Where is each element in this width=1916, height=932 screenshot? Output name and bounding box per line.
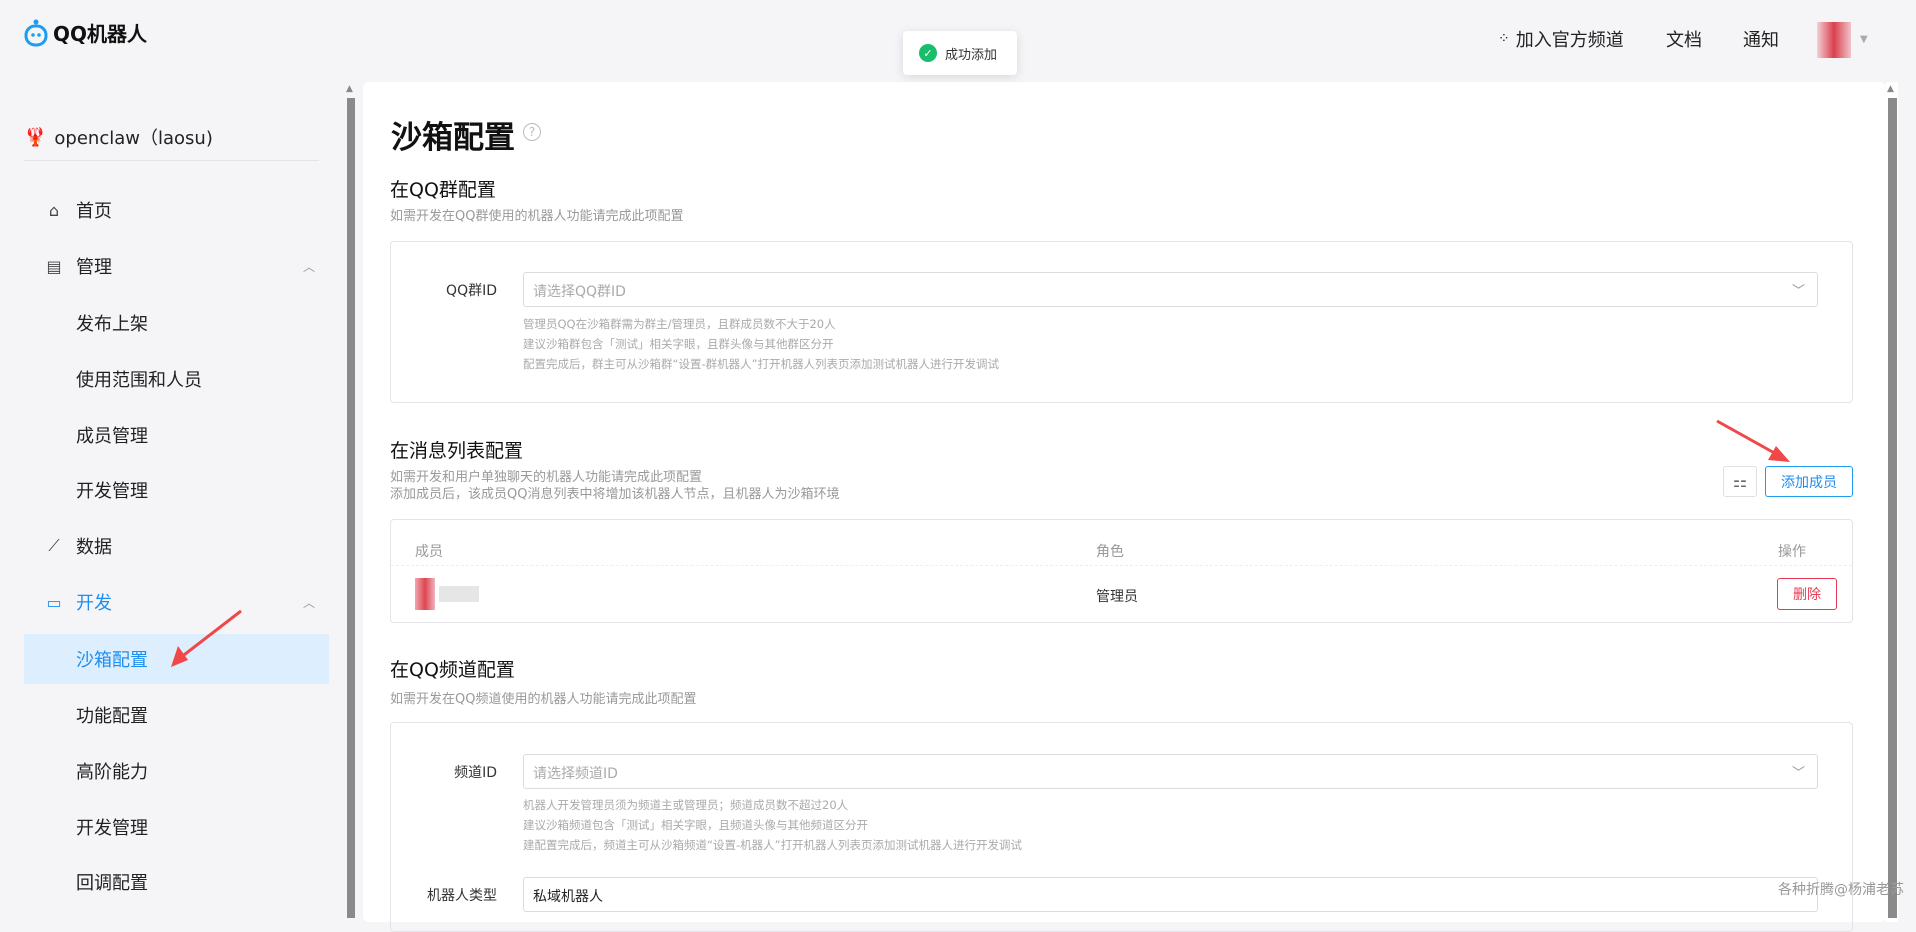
- placeholder: 请选择QQ群ID: [533, 284, 626, 300]
- channel-id-label: 频道ID: [454, 765, 497, 781]
- label: 开发: [76, 593, 112, 614]
- scroll-up-arrow[interactable]: ▲: [1887, 84, 1894, 94]
- row-divider: [391, 565, 1852, 566]
- chevron-up-icon: ︿: [302, 595, 315, 610]
- sidebar-item-dev-manage-2[interactable]: 开发管理: [24, 803, 329, 851]
- hint: 管理员QQ在沙箱群需为群主/管理员，且群成员数不大于20人: [523, 317, 836, 331]
- member-avatar: [415, 578, 435, 610]
- label: 数据: [76, 537, 112, 558]
- success-toast: ✓ 成功添加: [903, 31, 1017, 75]
- notify-link[interactable]: 通知: [1743, 26, 1779, 52]
- sidebar-item-features[interactable]: 功能配置: [24, 691, 329, 739]
- hint: 建议沙箱频道包含「测试」相关字眼，且频道头像与其他频道区分开: [523, 818, 868, 832]
- sidebar-item-develop[interactable]: ▭ 开发 ︿: [24, 578, 329, 626]
- label: 功能配置: [76, 706, 148, 727]
- toast-message: 成功添加: [945, 47, 998, 63]
- section-title-group: 在QQ群配置: [390, 179, 496, 201]
- robot-logo-icon: [24, 19, 48, 46]
- section-desc-group: 如需开发在QQ群使用的机器人功能请完成此项配置: [390, 209, 684, 224]
- column-header: 成员: [415, 544, 443, 560]
- member-name-blurred: [439, 586, 479, 602]
- project-name: openclaw（laosu): [54, 128, 213, 149]
- sidebar-item-publish[interactable]: 发布上架: [24, 299, 329, 347]
- column-header: 操作: [1778, 544, 1806, 560]
- sidebar-item-home[interactable]: ⌂ 首页: [24, 186, 329, 234]
- sidebar-item-scope[interactable]: 使用范围和人员: [24, 355, 329, 403]
- sidebar-item-dev-manage[interactable]: 开发管理: [24, 466, 329, 514]
- add-member-button[interactable]: 添加成员: [1765, 466, 1853, 497]
- members-table: 成员 角色 操作 管理员 删除: [390, 519, 1853, 623]
- label: 开发管理: [76, 818, 148, 839]
- group-id-label: QQ群ID: [446, 283, 497, 299]
- sidebar-item-members[interactable]: 成员管理: [24, 411, 329, 459]
- label: 成员管理: [76, 426, 148, 447]
- lobster-avatar-icon: 🦞: [24, 126, 47, 148]
- section-title-msglist: 在消息列表配置: [390, 440, 524, 462]
- sidebar-item-callback[interactable]: 回调配置: [24, 858, 329, 906]
- member-role: 管理员: [1096, 589, 1138, 605]
- list-icon: ▤: [46, 256, 62, 276]
- hint: 配置完成后，群主可从沙箱群“设置-群机器人”打开机器人列表页添加测试机器人进行开…: [523, 357, 1000, 371]
- left-scrollbar[interactable]: [347, 98, 355, 918]
- chevron-down-icon: ﹀: [1791, 284, 1805, 299]
- channel-id-select[interactable]: 请选择频道ID ﹀: [523, 754, 1818, 789]
- group-id-select[interactable]: 请选择QQ群ID ﹀: [523, 272, 1818, 307]
- docs-link[interactable]: 文档: [1666, 26, 1702, 52]
- help-icon[interactable]: ?: [523, 123, 541, 141]
- monitor-icon: ▭: [46, 592, 62, 612]
- label: 发布上架: [76, 314, 148, 335]
- qr-code-button[interactable]: ⚏: [1723, 466, 1757, 497]
- caret-down-icon[interactable]: ▼: [1860, 34, 1868, 45]
- join-channel-label: 加入官方频道: [1515, 30, 1624, 51]
- sidebar-item-sandbox[interactable]: 沙箱配置: [24, 634, 329, 684]
- chart-icon: ⟋: [48, 536, 60, 555]
- user-avatar[interactable]: [1817, 22, 1851, 58]
- delete-member-button[interactable]: 删除: [1777, 578, 1837, 610]
- bot-type-field[interactable]: 私域机器人: [523, 877, 1818, 912]
- sidebar-item-advanced[interactable]: 高阶能力: [24, 747, 329, 795]
- project-switcher[interactable]: 🦞 openclaw（laosu): [24, 124, 213, 150]
- label: 回调配置: [76, 873, 148, 894]
- bot-type-label: 机器人类型: [427, 888, 497, 904]
- logo-text: QQ机器人: [53, 22, 148, 46]
- logo[interactable]: QQ机器人: [24, 18, 147, 47]
- label: 管理: [76, 257, 112, 278]
- join-channel-link[interactable]: ⁘ 加入官方频道: [1498, 26, 1624, 52]
- scroll-up-arrow[interactable]: ▲: [346, 84, 353, 94]
- label: 使用范围和人员: [76, 370, 202, 391]
- section-desc-channel: 如需开发在QQ频道使用的机器人功能请完成此项配置: [390, 692, 697, 707]
- hint: 机器人开发管理员须为频道主或管理员；频道成员数不超过20人: [523, 798, 849, 812]
- section-desc: 如需开发和用户单独聊天的机器人功能请完成此项配置: [390, 470, 703, 485]
- placeholder: 请选择频道ID: [533, 766, 618, 782]
- sidebar-item-data[interactable]: ⟋ 数据: [24, 522, 329, 570]
- sidebar-item-manage[interactable]: ▤ 管理 ︿: [24, 242, 329, 290]
- section-title-channel: 在QQ频道配置: [390, 659, 515, 681]
- label: 首页: [76, 201, 112, 222]
- hint: 建议沙箱群包含「测试」相关字眼，且群头像与其他群区分开: [523, 337, 834, 351]
- bot-type-value: 私域机器人: [533, 889, 603, 905]
- watermark: 各种折腾@杨浦老苏: [1778, 882, 1904, 898]
- chevron-down-icon: ﹀: [1791, 766, 1805, 781]
- column-header: 角色: [1096, 544, 1124, 560]
- check-circle-icon: ✓: [919, 44, 937, 62]
- home-icon: ⌂: [48, 200, 60, 220]
- qr-grid-icon: ⁘: [1498, 31, 1510, 47]
- page-title: 沙箱配置: [391, 120, 515, 156]
- hint: 建配置完成后，频道主可从沙箱频道“设置-机器人”打开机器人列表页添加测试机器人进…: [523, 838, 1023, 852]
- right-scrollbar[interactable]: [1888, 98, 1897, 918]
- chevron-up-icon: ︿: [302, 259, 315, 274]
- label: 沙箱配置: [76, 650, 148, 671]
- section-desc: 添加成员后，该成员QQ消息列表中将增加该机器人节点，且机器人为沙箱环境: [390, 487, 840, 502]
- label: 开发管理: [76, 481, 148, 502]
- label: 高阶能力: [76, 762, 148, 783]
- sidebar-divider: [24, 160, 319, 161]
- qr-code-icon: ⚏: [1732, 472, 1748, 491]
